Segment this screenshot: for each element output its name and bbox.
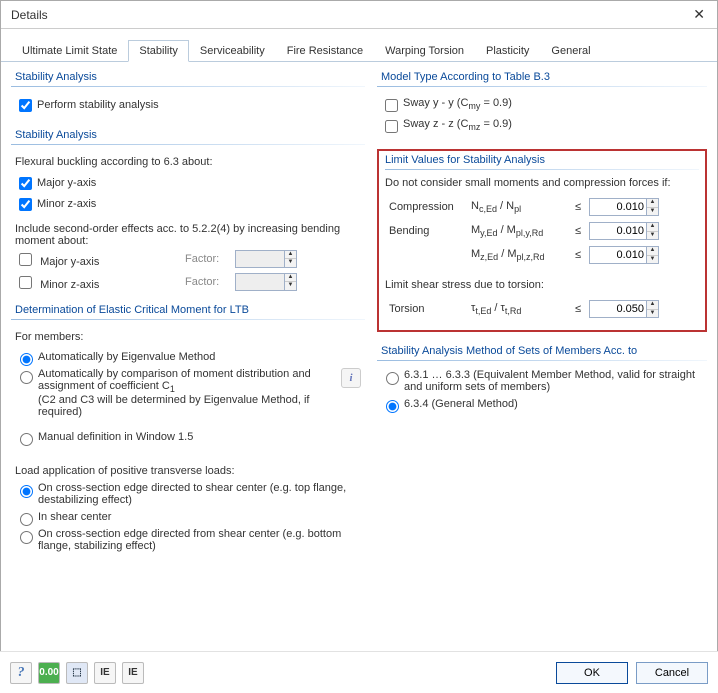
- close-icon[interactable]: ✕: [689, 6, 709, 23]
- factor-y-spinner: ▲▼: [285, 250, 297, 268]
- rdo-edge-to-shear-label: On cross-section edge directed to shear …: [38, 482, 361, 506]
- le-3: ≤: [571, 244, 585, 266]
- rdo-edge-from-shear[interactable]: [20, 531, 33, 544]
- factor-z-input: [235, 273, 285, 291]
- group-stability-analysis-1-title: Stability Analysis: [11, 68, 365, 86]
- window-title: Details: [11, 8, 48, 22]
- rdo-method-633-label: 6.3.1 … 6.3.3 (Equivalent Member Method,…: [404, 369, 703, 393]
- tab-bar: Ultimate Limit State Stability Serviceab…: [1, 29, 717, 62]
- factor-z-label: Factor:: [185, 276, 235, 288]
- chk-flex-minor-z[interactable]: [19, 198, 32, 211]
- footer-icon-4[interactable]: IE: [94, 662, 116, 684]
- tab-stability[interactable]: Stability: [128, 40, 189, 62]
- bending-label: Bending: [387, 220, 467, 242]
- tab-fire-resistance[interactable]: Fire Resistance: [276, 40, 374, 62]
- limit-compression-spinner[interactable]: ▲▼: [647, 198, 659, 216]
- formula-torsion: τt,Ed / τt,Rd: [469, 298, 569, 320]
- chk-sway-z-label: Sway z - z (Cmz = 0.9): [403, 118, 512, 132]
- rdo-in-shear-center-label: In shear center: [38, 511, 111, 523]
- le-2: ≤: [571, 220, 585, 242]
- footer-icon-3[interactable]: ⬚: [66, 662, 88, 684]
- limit-torsion-spinner[interactable]: ▲▼: [647, 300, 659, 318]
- chk-so-minor-z[interactable]: [19, 276, 32, 289]
- for-members-label: For members:: [15, 328, 361, 346]
- load-app-intro: Load application of positive transverse …: [15, 462, 361, 480]
- chk-so-major-y[interactable]: [19, 253, 32, 266]
- footer-icon-5[interactable]: IE: [122, 662, 144, 684]
- le-4: ≤: [571, 298, 585, 320]
- chk-flex-minor-z-label: Minor z-axis: [37, 198, 96, 210]
- group-model-type-title: Model Type According to Table B.3: [377, 68, 707, 86]
- rdo-auto-compare[interactable]: [20, 371, 33, 384]
- rdo-edge-to-shear[interactable]: [20, 485, 33, 498]
- rdo-manual-def[interactable]: [20, 433, 33, 446]
- limit-bending-y-spinner[interactable]: ▲▼: [647, 222, 659, 240]
- tab-general[interactable]: General: [540, 40, 601, 62]
- footer-help-icon[interactable]: ?: [10, 662, 32, 684]
- formula-bending-z: Mz,Ed / Mpl,z,Rd: [469, 244, 569, 266]
- chk-perform-stability-label: Perform stability analysis: [37, 99, 159, 111]
- chk-sway-y-label: Sway y - y (Cmy = 0.9): [403, 97, 512, 111]
- tab-plasticity[interactable]: Plasticity: [475, 40, 540, 62]
- limit-values-box: Limit Values for Stability Analysis Do n…: [377, 149, 707, 332]
- torsion-label: Torsion: [387, 298, 467, 320]
- rdo-method-633[interactable]: [386, 372, 399, 385]
- footer-units-icon[interactable]: 0.00: [38, 662, 60, 684]
- formula-compression: Nc,Ed / Npl: [469, 196, 569, 218]
- chk-flex-major-y-label: Major y-axis: [37, 177, 96, 189]
- tab-serviceability[interactable]: Serviceability: [189, 40, 276, 62]
- rdo-manual-def-label: Manual definition in Window 1.5: [38, 431, 193, 443]
- rdo-in-shear-center[interactable]: [20, 513, 33, 526]
- chk-sway-y[interactable]: [385, 99, 398, 112]
- limit-bending-z-spinner[interactable]: ▲▼: [647, 246, 659, 264]
- group-limit-values-title: Limit Values for Stability Analysis: [385, 151, 699, 169]
- torsion-intro: Limit shear stress due to torsion:: [385, 276, 699, 294]
- limit-torsion-input[interactable]: [589, 300, 647, 318]
- limit-bending-z-input[interactable]: [589, 246, 647, 264]
- tab-ultimate-limit-state[interactable]: Ultimate Limit State: [11, 40, 128, 62]
- factor-z-spinner: ▲▼: [285, 273, 297, 291]
- compression-label: Compression: [387, 196, 467, 218]
- rdo-method-634[interactable]: [386, 400, 399, 413]
- chk-so-minor-z-label: Minor z-axis: [40, 279, 99, 291]
- limit-bending-y-input[interactable]: [589, 222, 647, 240]
- chk-perform-stability[interactable]: [19, 99, 32, 112]
- group-stability-analysis-2-title: Stability Analysis: [11, 126, 365, 144]
- le-1: ≤: [571, 196, 585, 218]
- formula-bending-y: My,Ed / Mpl,y,Rd: [469, 220, 569, 242]
- cancel-button[interactable]: Cancel: [636, 662, 708, 684]
- rdo-auto-compare-label: Automatically by comparison of moment di…: [38, 368, 311, 392]
- tab-warping-torsion[interactable]: Warping Torsion: [374, 40, 475, 62]
- chk-so-major-y-label: Major y-axis: [40, 256, 99, 268]
- info-icon[interactable]: i: [341, 368, 361, 388]
- group-elastic-moment-title: Determination of Elastic Critical Moment…: [11, 301, 365, 319]
- factor-y-label: Factor:: [185, 253, 235, 265]
- group-method-sets-title: Stability Analysis Method of Sets of Mem…: [377, 342, 707, 360]
- flexural-intro: Flexural buckling according to 6.3 about…: [15, 153, 361, 171]
- ok-button[interactable]: OK: [556, 662, 628, 684]
- limit-intro: Do not consider small moments and compre…: [385, 174, 699, 192]
- rdo-auto-eigenvalue[interactable]: [20, 353, 33, 366]
- second-order-intro: Include second-order effects acc. to 5.2…: [15, 223, 361, 247]
- limit-compression-input[interactable]: [589, 198, 647, 216]
- rdo-edge-from-shear-label: On cross-section edge directed from shea…: [38, 528, 361, 552]
- rdo-auto-compare-sub: (C2 and C3 will be determined by Eigenva…: [38, 394, 309, 418]
- factor-y-input: [235, 250, 285, 268]
- chk-sway-z[interactable]: [385, 120, 398, 133]
- rdo-method-634-label: 6.3.4 (General Method): [404, 398, 518, 410]
- chk-flex-major-y[interactable]: [19, 177, 32, 190]
- rdo-auto-eigenvalue-label: Automatically by Eigenvalue Method: [38, 351, 215, 363]
